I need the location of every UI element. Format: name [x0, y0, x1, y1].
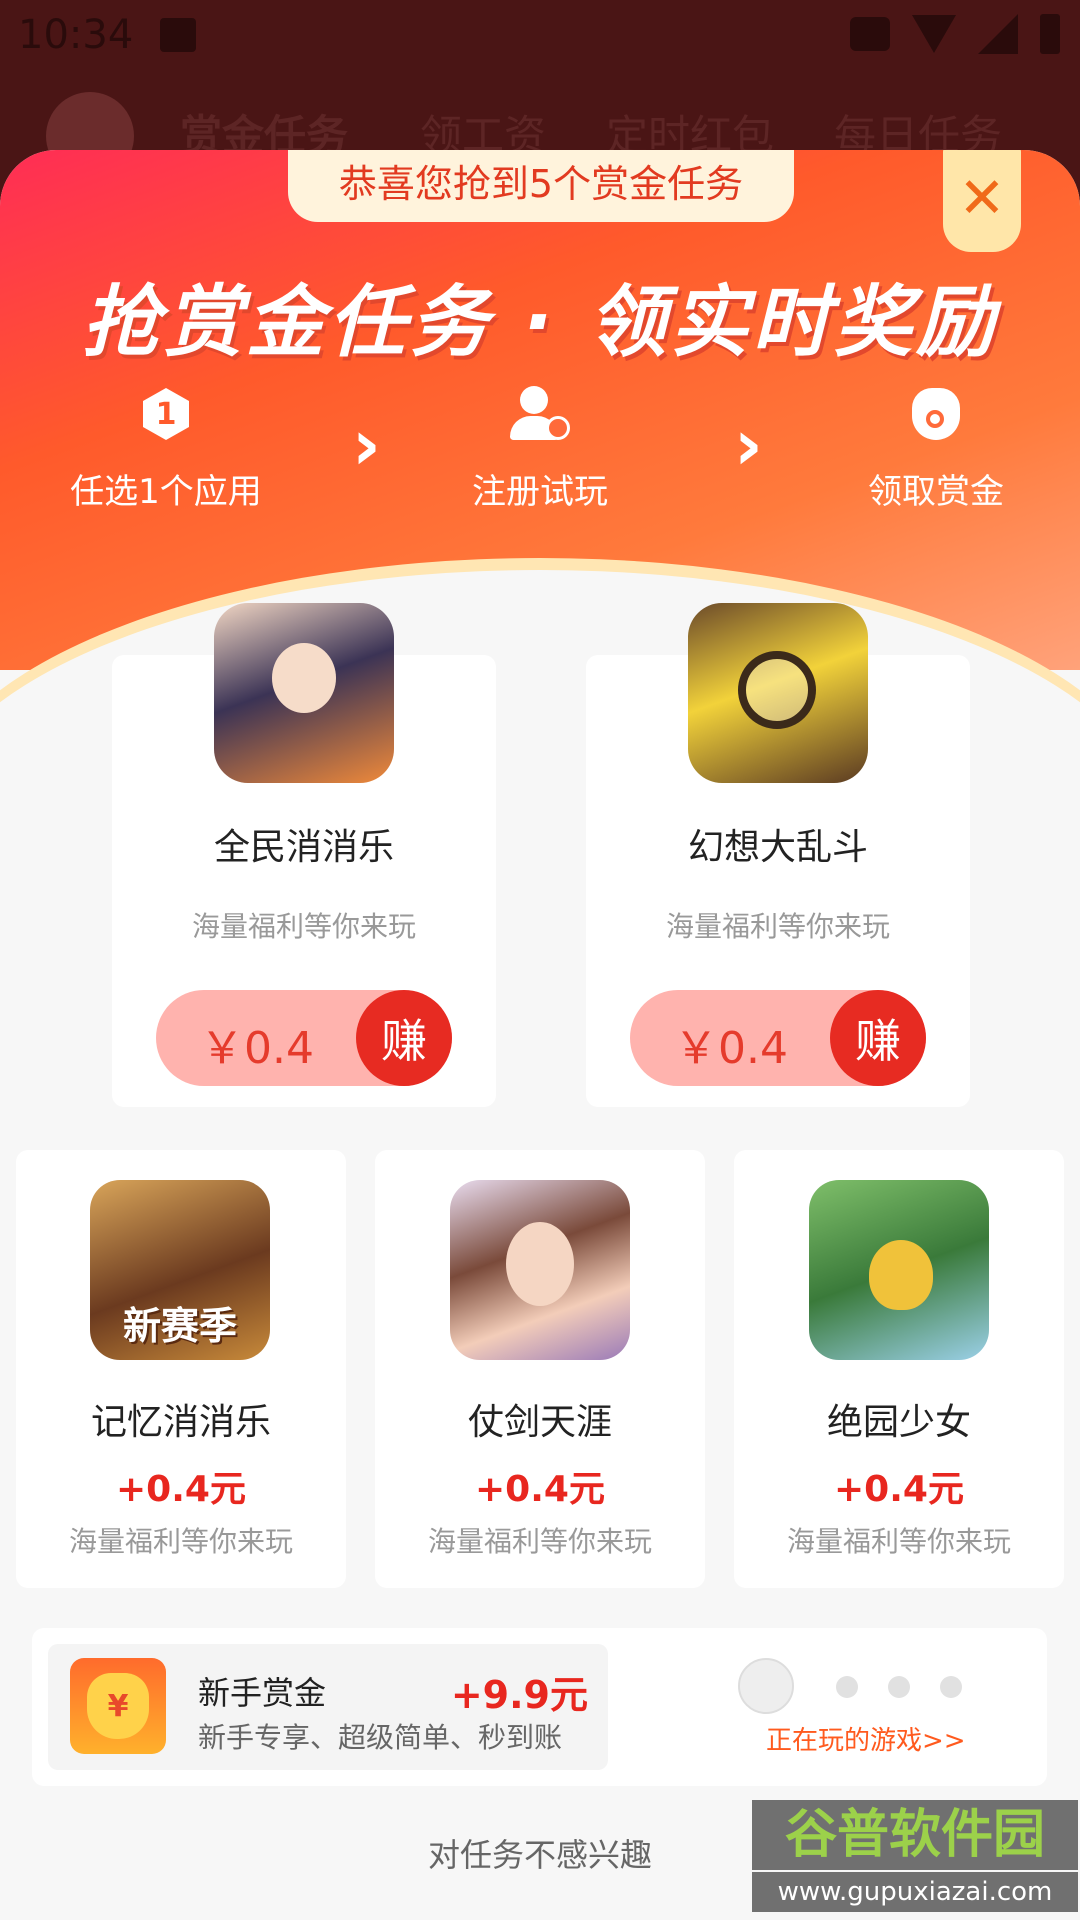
app-desc: 海量福利等你来玩 — [665, 910, 890, 943]
watermark-title: 谷普软件园 — [752, 1800, 1078, 1870]
app-name: 绝园少女 — [826, 1402, 971, 1443]
price-label: ￥0.4 — [200, 1023, 314, 1074]
earn-button[interactable]: ￥0.4 赚 — [156, 990, 452, 1086]
money-bag-icon: ¥ — [70, 1658, 166, 1754]
watermark: 谷普软件园 www.gupuxiazai.com — [752, 1800, 1078, 1916]
playing-games-link[interactable]: 正在玩的游戏>> — [766, 1720, 966, 1757]
app-desc: 海量福利等你来玩 — [786, 1525, 1011, 1558]
dialog-headline: 抢赏金任务 · 领实时奖励 — [82, 278, 998, 368]
game-icon-plant[interactable] — [809, 1180, 989, 1360]
step-label: 任选1个应用 — [70, 472, 262, 512]
chevron-right-icon: › — [734, 404, 763, 486]
price-label: ￥0.4 — [674, 1023, 788, 1074]
battery-icon — [1040, 14, 1060, 54]
wifi-icon — [912, 15, 956, 53]
newbie-bounty-card[interactable]: ¥ 新手赏金 新手专享、超级简单、秒到账 +9.9元 — [48, 1644, 608, 1770]
image-notification-icon — [160, 18, 196, 52]
congrats-banner: 恭喜您抢到5个赏金任务 — [288, 150, 794, 222]
earn-button[interactable]: ￥0.4 赚 — [630, 990, 926, 1086]
status-time: 10:34 — [18, 12, 134, 58]
step-label: 注册试玩 — [472, 472, 608, 512]
earn-label: 赚 — [356, 990, 452, 1086]
step-choose-app: 1 任选1个应用 — [16, 382, 316, 513]
app-name: 幻想大乱斗 — [687, 827, 868, 868]
icon-caption: 新赛季 — [122, 1303, 237, 1348]
player-avatar — [738, 1658, 794, 1714]
steps-row: 1 任选1个应用 › 注册试玩 › 领取赏金 — [0, 382, 1080, 522]
app-desc: 海量福利等你来玩 — [68, 1525, 293, 1558]
step-claim: 领取赏金 — [786, 382, 1080, 513]
app-reward: +0.4元 — [475, 1469, 605, 1510]
bounty-dialog: 恭喜您抢到5个赏金任务 ✕ 抢赏金任务 · 领实时奖励 1 任选1个应用 › 注… — [0, 150, 1080, 1920]
app-desc: 海量福利等你来玩 — [191, 910, 416, 943]
app-reward: +0.4元 — [116, 1469, 246, 1510]
earn-label: 赚 — [830, 990, 926, 1086]
chevron-right-icon: › — [352, 404, 381, 486]
app-name: 记忆消消乐 — [90, 1402, 271, 1443]
app-name: 全民消消乐 — [213, 827, 394, 868]
app-reward: +0.4元 — [834, 1469, 964, 1510]
newbie-title: 新手赏金 — [198, 1674, 327, 1712]
watermark-url: www.gupuxiazai.com — [752, 1872, 1078, 1912]
status-icons — [850, 14, 1060, 54]
newbie-reward: +9.9元 — [450, 1673, 588, 1717]
money-bag-icon — [912, 388, 960, 440]
hexagon-number-icon: 1 — [143, 388, 189, 440]
newbie-subtitle: 新手专享、超级简单、秒到账 — [198, 1721, 563, 1754]
app-name: 仗剑天涯 — [467, 1402, 612, 1443]
user-add-icon — [510, 386, 570, 442]
placeholder-dot — [888, 1676, 910, 1698]
game-icon-warrior[interactable]: 新赛季 — [90, 1180, 270, 1360]
close-icon: ✕ — [958, 165, 1006, 231]
game-icon-lady[interactable] — [450, 1180, 630, 1360]
step-label: 领取赏金 — [868, 472, 1004, 512]
bottom-panel: ¥ 新手赏金 新手专享、超级简单、秒到账 +9.9元 正在玩的游戏>> — [32, 1628, 1047, 1786]
app-desc: 海量福利等你来玩 — [427, 1525, 652, 1558]
close-button[interactable]: ✕ — [943, 150, 1021, 252]
placeholder-dot — [836, 1676, 858, 1698]
yen-glyph: ¥ — [87, 1673, 149, 1739]
game-icon-girl[interactable] — [214, 603, 394, 783]
placeholder-dot — [940, 1676, 962, 1698]
game-icon-pikachu[interactable] — [688, 603, 868, 783]
briefcase-icon — [850, 17, 890, 51]
step-register: 注册试玩 — [390, 382, 690, 513]
status-bar: 10:34 — [0, 0, 1080, 72]
signal-icon — [978, 14, 1018, 54]
